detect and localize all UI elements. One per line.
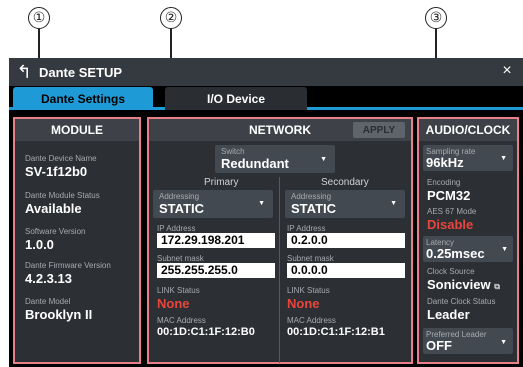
- column-divider: [279, 177, 280, 363]
- secondary-mask-field[interactable]: 0.0.0.0: [287, 263, 405, 278]
- network-heading-label: NETWORK: [249, 123, 311, 137]
- clock-status-label: Dante Clock Status: [427, 297, 496, 306]
- device-name-label: Dante Device Name: [25, 154, 97, 163]
- primary-mask-label: Subnet mask: [157, 254, 204, 263]
- clock-source-text: Sonicview: [427, 277, 491, 292]
- primary-link-label: LINK Status: [157, 286, 200, 295]
- module-status-value: Available: [25, 201, 82, 216]
- network-panel: NETWORK APPLY Switch Redundant ▼ Primary…: [147, 117, 413, 364]
- aes67-label: AES 67 Mode: [427, 207, 477, 216]
- secondary-link-label: LINK Status: [287, 286, 330, 295]
- clock-source-label: Clock Source: [427, 267, 475, 276]
- secondary-mask-label: Subnet mask: [287, 254, 334, 263]
- secondary-mac-value: 00:1D:C1:1F:12:B1: [287, 326, 385, 338]
- encoding-label: Encoding: [427, 178, 461, 187]
- primary-mask-field[interactable]: 255.255.255.0: [157, 263, 275, 278]
- device-screen: ↰ Dante SETUP × Dante Settings I/O Devic…: [9, 58, 523, 367]
- tab-io-device[interactable]: I/O Device: [165, 87, 307, 110]
- chevron-down-icon: ▼: [500, 155, 507, 162]
- secondary-mac-label: MAC Address: [287, 316, 336, 325]
- audio-clock-panel: AUDIO/CLOCK Sampling rate 96kHz ▼ Encodi…: [417, 117, 519, 364]
- callout-2: ②: [160, 7, 182, 29]
- clock-source-value[interactable]: Sonicview ⧉: [427, 277, 500, 292]
- preferred-leader-dropdown[interactable]: Preferred Leader OFF ▼: [423, 328, 513, 354]
- primary-addressing-caption: Addressing: [159, 192, 200, 201]
- sampling-rate-value: 96kHz: [426, 155, 464, 170]
- close-icon[interactable]: ×: [497, 60, 517, 82]
- primary-addressing-value: STATIC: [159, 201, 205, 216]
- chevron-down-icon: ▼: [501, 246, 508, 253]
- primary-mac-label: MAC Address: [157, 316, 206, 325]
- primary-link-value: None: [157, 296, 190, 311]
- secondary-ip-label: IP Address: [287, 224, 326, 233]
- primary-ip-field[interactable]: 172.29.198.201: [157, 233, 275, 248]
- module-status-label: Dante Module Status: [25, 191, 100, 200]
- chevron-down-icon: ▼: [500, 339, 507, 346]
- chevron-down-icon: ▼: [390, 200, 397, 207]
- preferred-leader-value: OFF: [426, 338, 452, 353]
- audio-clock-heading: AUDIO/CLOCK: [419, 119, 517, 141]
- module-panel: MODULE Dante Device Name SV-1f12b0 Dante…: [13, 117, 141, 364]
- clock-status-value: Leader: [427, 307, 470, 322]
- primary-heading: Primary: [204, 177, 239, 188]
- aes67-value: Disable: [427, 217, 474, 232]
- dante-model-label: Dante Model: [25, 297, 71, 306]
- device-name-value: SV-1f12b0: [25, 164, 88, 179]
- callout-3: ③: [425, 7, 447, 29]
- tab-bar: Dante Settings I/O Device: [9, 86, 523, 110]
- sampling-rate-dropdown[interactable]: Sampling rate 96kHz ▼: [423, 145, 513, 171]
- software-version-label: Software Version: [25, 227, 86, 236]
- primary-ip-label: IP Address: [157, 224, 196, 233]
- external-link-icon: ⧉: [494, 282, 500, 291]
- switch-caption: Switch: [221, 147, 245, 156]
- apply-button[interactable]: APPLY: [353, 122, 405, 138]
- back-icon[interactable]: ↰: [13, 61, 35, 83]
- callout-1: ①: [28, 7, 50, 29]
- latency-dropdown[interactable]: Latency 0.25msec ▼: [423, 236, 513, 262]
- page-title: Dante SETUP: [39, 65, 123, 80]
- firmware-version-value: 4.2.3.13: [25, 271, 72, 286]
- latency-value: 0.25msec: [426, 246, 485, 261]
- title-bar: ↰ Dante SETUP ×: [9, 58, 523, 86]
- secondary-addressing-value: STATIC: [291, 201, 337, 216]
- secondary-ip-field[interactable]: 0.2.0.0: [287, 233, 405, 248]
- tab-dante-settings[interactable]: Dante Settings: [13, 87, 153, 110]
- encoding-value: PCM32: [427, 188, 471, 203]
- switch-value: Redundant: [221, 156, 289, 171]
- primary-addressing-dropdown[interactable]: Addressing STATIC ▼: [153, 190, 273, 218]
- secondary-addressing-caption: Addressing: [291, 192, 332, 201]
- chevron-down-icon: ▼: [320, 156, 327, 163]
- network-heading: NETWORK APPLY: [149, 119, 411, 141]
- primary-mac-value: 00:1D:C1:1F:12:B0: [157, 326, 255, 338]
- firmware-version-label: Dante Firmware Version: [25, 261, 111, 270]
- dante-model-value: Brooklyn II: [25, 307, 93, 322]
- module-heading: MODULE: [15, 119, 139, 141]
- secondary-addressing-dropdown[interactable]: Addressing STATIC ▼: [285, 190, 405, 218]
- secondary-heading: Secondary: [321, 177, 369, 188]
- secondary-link-value: None: [287, 296, 320, 311]
- software-version-value: 1.0.0: [25, 237, 54, 252]
- chevron-down-icon: ▼: [258, 200, 265, 207]
- switch-dropdown[interactable]: Switch Redundant ▼: [215, 145, 335, 173]
